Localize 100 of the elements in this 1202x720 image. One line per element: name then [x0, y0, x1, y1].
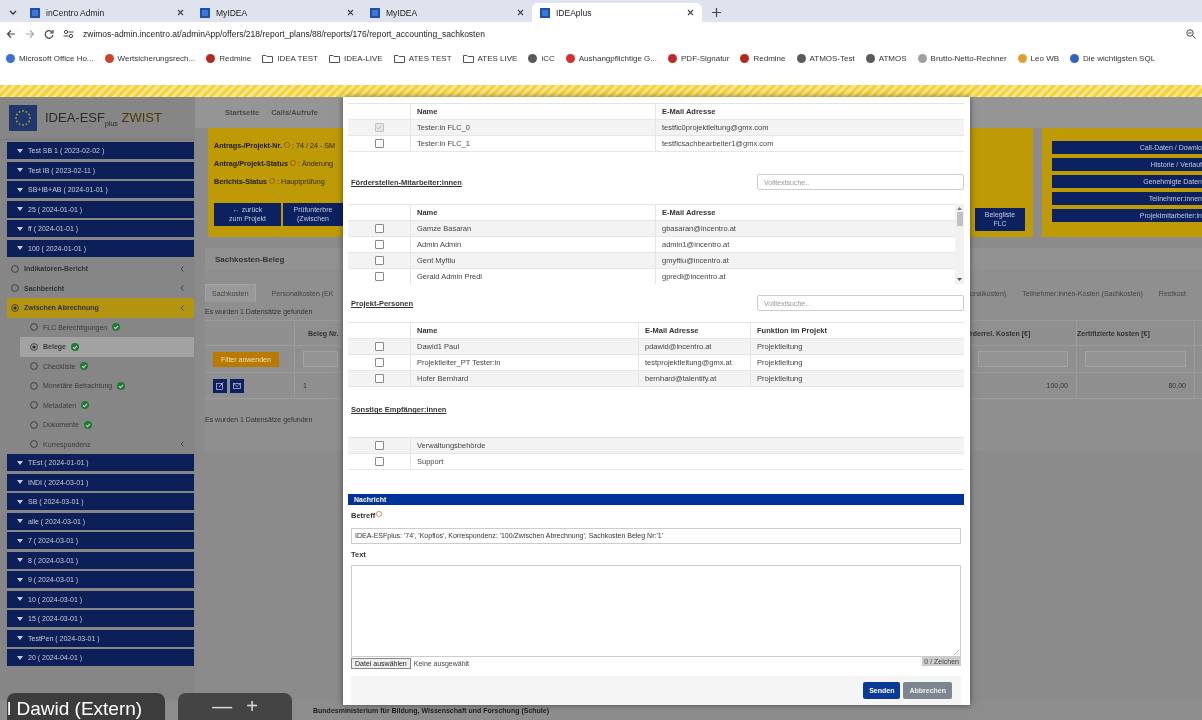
bookmark[interactable]: IDEA TEST: [262, 53, 318, 63]
bookmark[interactable]: Microsoft Office Ho...: [6, 53, 94, 63]
bookmark[interactable]: ATMOS: [865, 53, 907, 63]
browser-tab[interactable]: MyIDEA: [362, 3, 532, 22]
browser-tab[interactable]: MyIDEA: [192, 3, 362, 22]
site-info-icon: [63, 29, 74, 39]
site-icon: [565, 53, 575, 63]
resize-grip-icon: [954, 649, 959, 655]
checkbox[interactable]: [374, 224, 384, 234]
edit-icon: [216, 381, 224, 390]
bookmark[interactable]: PDF-Signatur: [668, 53, 730, 63]
site-icon: [206, 53, 216, 63]
triangle-down-icon: [17, 558, 23, 562]
filter-field[interactable]: [303, 351, 339, 367]
checkbox[interactable]: [374, 457, 384, 467]
back-icon: [6, 29, 16, 39]
mail-icon: [233, 382, 241, 389]
mail-button[interactable]: [230, 378, 244, 393]
site-icon: [796, 53, 806, 63]
folder-icon: [329, 53, 340, 63]
chevron-down-icon: [9, 9, 17, 16]
reload-icon: [44, 29, 54, 39]
browser-tab[interactable]: IDEAplus: [532, 3, 702, 22]
scrollbar-thumb: [956, 212, 963, 227]
triangle-down-icon: [17, 538, 23, 543]
site-icon: [104, 53, 114, 63]
triangle-down-icon: [17, 148, 23, 153]
folder-icon: [262, 53, 274, 63]
arrow-down-icon: [957, 278, 962, 282]
zoom-control[interactable]: —: [212, 695, 233, 718]
triangle-down-icon: [17, 636, 23, 640]
checkbox[interactable]: [374, 373, 384, 383]
app-logo-text: IDEA-ESF$_{plus}$ ZWIST: [45, 109, 162, 127]
bookmark[interactable]: IDEA-LIVE: [329, 53, 383, 63]
triangle-down-icon: [17, 616, 23, 621]
bookmark[interactable]: ATMOS-Test: [796, 53, 855, 63]
check-icon: [112, 323, 121, 332]
help-icon: [283, 142, 290, 148]
folder-icon: [393, 53, 405, 63]
favicon-icon: [200, 7, 210, 18]
checkbox[interactable]: [374, 272, 384, 282]
bookmark[interactable]: Leo WB: [1017, 53, 1060, 63]
check-icon: [117, 381, 126, 390]
arrow-up-icon: [957, 207, 962, 211]
check-icon: [81, 401, 90, 410]
triangle-down-icon: [17, 246, 23, 250]
check-icon: [83, 420, 92, 429]
forward-icon: [25, 29, 35, 39]
bookmark[interactable]: iCC: [528, 53, 555, 63]
triangle-down-icon: [17, 187, 23, 192]
triangle-down-icon: [17, 168, 23, 172]
bookmark[interactable]: Brutto-Netto-Rechner: [917, 53, 1007, 63]
chevron-left-icon: [180, 441, 184, 448]
panel-title: Sachkosten-Beleg: [205, 248, 343, 270]
bookmark[interactable]: Redmine: [206, 53, 252, 63]
chevron-left-icon: [180, 285, 184, 292]
checkbox[interactable]: [374, 341, 384, 351]
triangle-down-icon: [17, 655, 23, 660]
bookmark[interactable]: ATES LIVE: [462, 53, 518, 63]
bookmark[interactable]: Die wichtigsten SQL: [1070, 53, 1156, 63]
zoom-control[interactable]: +: [246, 695, 258, 718]
close-icon: [347, 9, 354, 16]
triangle-down-icon: [17, 597, 23, 601]
close-icon: [517, 9, 524, 16]
checkbox[interactable]: [374, 139, 384, 148]
checkbox[interactable]: [374, 240, 384, 250]
site-icon: [6, 53, 15, 63]
chevron-left-icon: [180, 304, 184, 311]
bookmark[interactable]: Wertsicherungsrech...: [104, 53, 196, 63]
check-icon: [80, 362, 89, 371]
site-icon: [865, 53, 875, 63]
help-icon: [269, 178, 276, 184]
site-icon: [1017, 53, 1027, 63]
checkbox[interactable]: [374, 357, 384, 367]
favicon-icon: [370, 7, 380, 18]
triangle-down-icon: [17, 499, 23, 504]
triangle-down-icon: [17, 480, 23, 484]
checkbox[interactable]: [374, 256, 384, 266]
plus-icon[interactable]: [712, 8, 721, 17]
chevron-left-icon: [180, 265, 184, 272]
triangle-down-icon: [17, 226, 23, 231]
checkbox[interactable]: [374, 441, 384, 451]
address-bar[interactable]: zwimos-admin.incentro.at/adminApp/offers/218/report_plans/88/reports/176/report_accounting_sachkosten: [83, 29, 1177, 39]
site-icon: [668, 53, 677, 63]
participant-name: l Dawid (Extern): [7, 693, 165, 720]
triangle-down-icon: [17, 519, 23, 523]
triangle-down-icon: [17, 207, 23, 211]
favicon-icon: [30, 7, 40, 18]
help-icon: [289, 160, 296, 166]
favicon-icon: [540, 7, 550, 18]
browser-tab[interactable]: inCentro Admin: [22, 3, 192, 22]
bookmark[interactable]: Redmine: [740, 53, 786, 63]
bookmark[interactable]: Aushangpflichtige G...: [565, 53, 657, 63]
triangle-down-icon: [17, 577, 23, 582]
close-icon: [177, 9, 184, 16]
edit-button[interactable]: [213, 378, 227, 393]
site-icon: [1070, 53, 1080, 63]
help-icon: [376, 511, 383, 518]
zoom-icon: [1186, 29, 1196, 39]
bookmark[interactable]: ATES TEST: [393, 53, 452, 63]
